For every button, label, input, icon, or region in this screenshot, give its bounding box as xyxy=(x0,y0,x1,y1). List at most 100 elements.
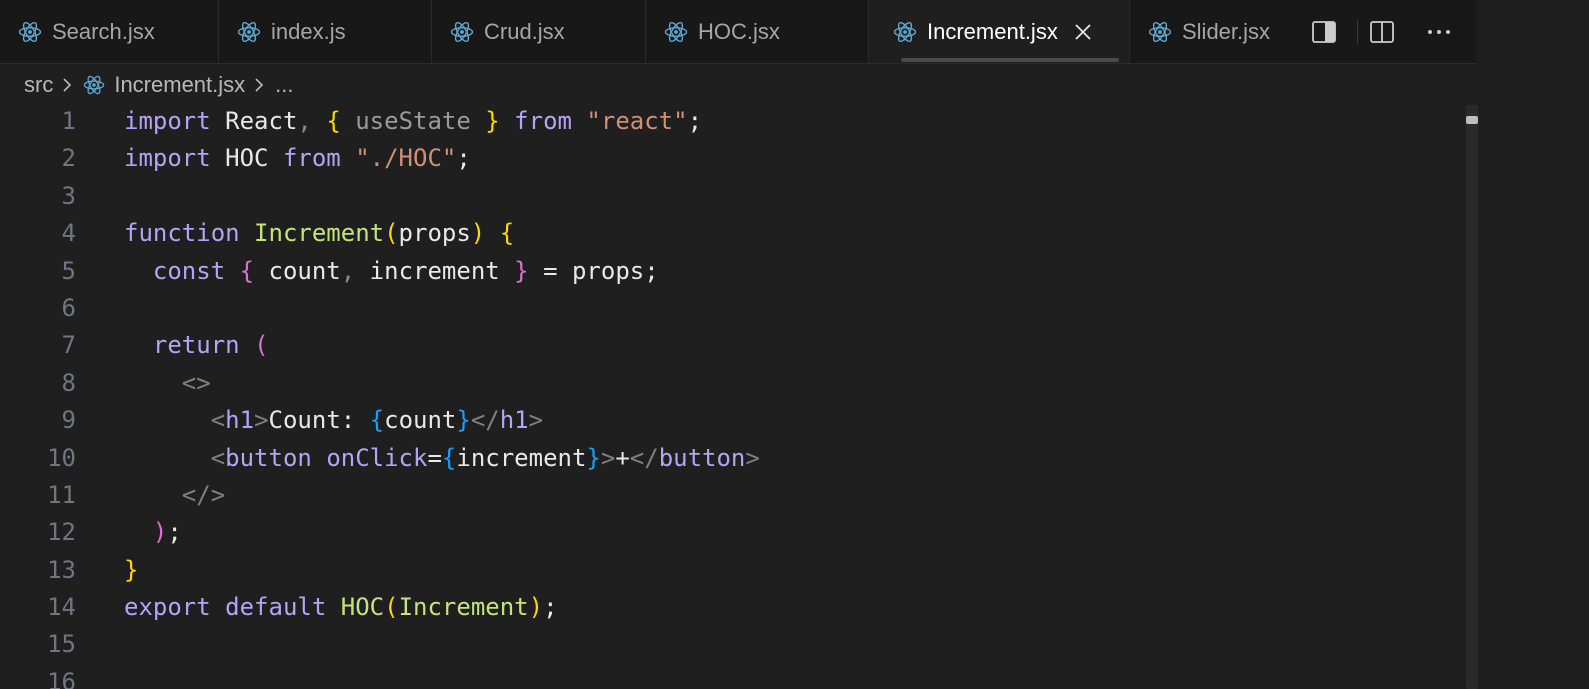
tab-hoc[interactable]: HOC.jsx xyxy=(646,0,869,63)
line-code: function Increment(props) { xyxy=(124,215,514,252)
code-token: increment xyxy=(456,443,587,472)
line-number: 8 xyxy=(61,368,76,397)
line-number: 10 xyxy=(47,443,76,472)
line-number: 5 xyxy=(61,256,76,285)
code-token: </ xyxy=(629,443,659,472)
tab-slider[interactable]: Slider.jsx xyxy=(1130,0,1315,63)
code-line[interactable]: 3 xyxy=(0,178,1450,215)
code-line[interactable]: 12 ); xyxy=(0,514,1450,551)
code-token: { xyxy=(499,219,515,248)
tab-label: Crud.jsx xyxy=(484,19,565,44)
code-token: > xyxy=(745,443,760,472)
line-number: 11 xyxy=(47,480,76,509)
line-number: 2 xyxy=(61,144,76,173)
code-line[interactable]: 10 <button onClick={increment}>+</button… xyxy=(0,440,1450,477)
code-token: Count: xyxy=(268,406,370,435)
tab-search[interactable]: Search.jsx xyxy=(0,0,219,63)
code-token: ( xyxy=(384,219,399,248)
code-token: { xyxy=(369,406,385,435)
tab-crud[interactable]: Crud.jsx xyxy=(432,0,646,63)
code-line[interactable]: 11 </> xyxy=(0,477,1450,514)
code-token: } xyxy=(485,107,500,135)
code-token: HOC xyxy=(210,144,283,173)
scrollbar-thumb[interactable] xyxy=(1466,116,1478,124)
code-token: { xyxy=(239,256,255,285)
tab-increment-active[interactable]: Increment.jsx xyxy=(869,0,1130,63)
breadcrumb-symbol[interactable]: ... xyxy=(275,72,293,98)
code-line[interactable]: 4 function Increment(props) { xyxy=(0,215,1450,252)
code-line[interactable]: 7 return ( xyxy=(0,327,1450,364)
code-token: > xyxy=(254,406,269,435)
line-number: 12 xyxy=(47,518,76,547)
code-line[interactable]: 8 <> xyxy=(0,365,1450,402)
breadcrumb-file[interactable]: Increment.jsx xyxy=(114,72,245,98)
code-token: ; xyxy=(687,107,703,135)
code-token: button xyxy=(225,443,312,472)
code-token: , xyxy=(340,256,356,285)
code-token: { xyxy=(326,107,341,135)
code-editor[interactable]: 1 import React, { useState } from "react"… xyxy=(0,103,1450,689)
line-number: 3 xyxy=(61,181,76,210)
code-token: onClick xyxy=(326,443,428,472)
code-token: default xyxy=(225,593,327,622)
line-code: ); xyxy=(124,514,182,551)
code-token: h1 xyxy=(225,406,255,435)
close-icon[interactable] xyxy=(1074,23,1092,41)
tab-bar: Search.jsx index.js Crud.jsx HOC.jsx Inc… xyxy=(0,0,1477,64)
code-line[interactable]: 15 xyxy=(0,626,1450,663)
code-line[interactable]: 9 <h1>Count: {count}</h1> xyxy=(0,402,1450,439)
editor-window: Search.jsx index.js Crud.jsx HOC.jsx Inc… xyxy=(0,0,1589,689)
divider xyxy=(1357,19,1358,44)
toggle-panel-icon[interactable] xyxy=(1310,18,1338,46)
vertical-scrollbar[interactable] xyxy=(1466,105,1478,689)
react-icon xyxy=(664,21,688,42)
code-token: </> xyxy=(181,480,226,509)
more-actions-icon[interactable] xyxy=(1425,18,1453,46)
code-token: } xyxy=(514,256,529,285)
code-token: = xyxy=(427,443,442,472)
code-token: useState xyxy=(340,107,486,135)
line-number: 16 xyxy=(47,667,76,689)
code-line[interactable]: 6 xyxy=(0,290,1450,327)
code-token: props xyxy=(398,219,471,248)
code-token: <> xyxy=(181,368,211,397)
code-token: ) xyxy=(528,593,544,622)
code-line[interactable]: 2 import HOC from "./HOC"; xyxy=(0,140,1450,177)
split-editor-icon[interactable] xyxy=(1368,18,1396,46)
react-icon xyxy=(237,21,261,42)
code-token: < xyxy=(210,443,226,472)
code-token: ; xyxy=(167,518,182,547)
code-token: + xyxy=(615,443,630,472)
code-token: return xyxy=(152,331,240,360)
line-code: <button onClick={increment}>+</button> xyxy=(124,440,760,477)
react-icon xyxy=(893,21,917,42)
code-token: ; xyxy=(456,144,471,173)
line-code: const { count, increment } = props; xyxy=(124,253,659,290)
code-line[interactable]: 13} xyxy=(0,552,1450,589)
code-line[interactable]: 16 xyxy=(0,664,1450,689)
react-icon xyxy=(450,21,474,42)
breadcrumb-folder[interactable]: src xyxy=(24,72,53,98)
line-number: 13 xyxy=(47,555,76,584)
code-token: , xyxy=(297,107,327,135)
line-number: 7 xyxy=(61,331,76,360)
code-token: export xyxy=(124,593,211,622)
code-token: < xyxy=(210,406,226,435)
code-line[interactable]: 14 export default HOC(Increment); xyxy=(0,589,1450,626)
code-token: from xyxy=(499,107,587,135)
code-token: count xyxy=(254,256,341,285)
tab-index[interactable]: index.js xyxy=(219,0,432,63)
code-line[interactable]: 1 import React, { useState } from "react"… xyxy=(0,103,1450,140)
editor-actions xyxy=(1300,0,1472,63)
line-code: import React, { useState } from "react"; xyxy=(124,103,702,140)
line-code: export default HOC(Increment); xyxy=(124,589,558,626)
code-token: "./HOC" xyxy=(355,144,457,173)
code-token: ) xyxy=(470,219,486,248)
code-line[interactable]: 5 const { count, increment } = props; xyxy=(0,253,1450,290)
tab-label: index.js xyxy=(271,19,346,44)
